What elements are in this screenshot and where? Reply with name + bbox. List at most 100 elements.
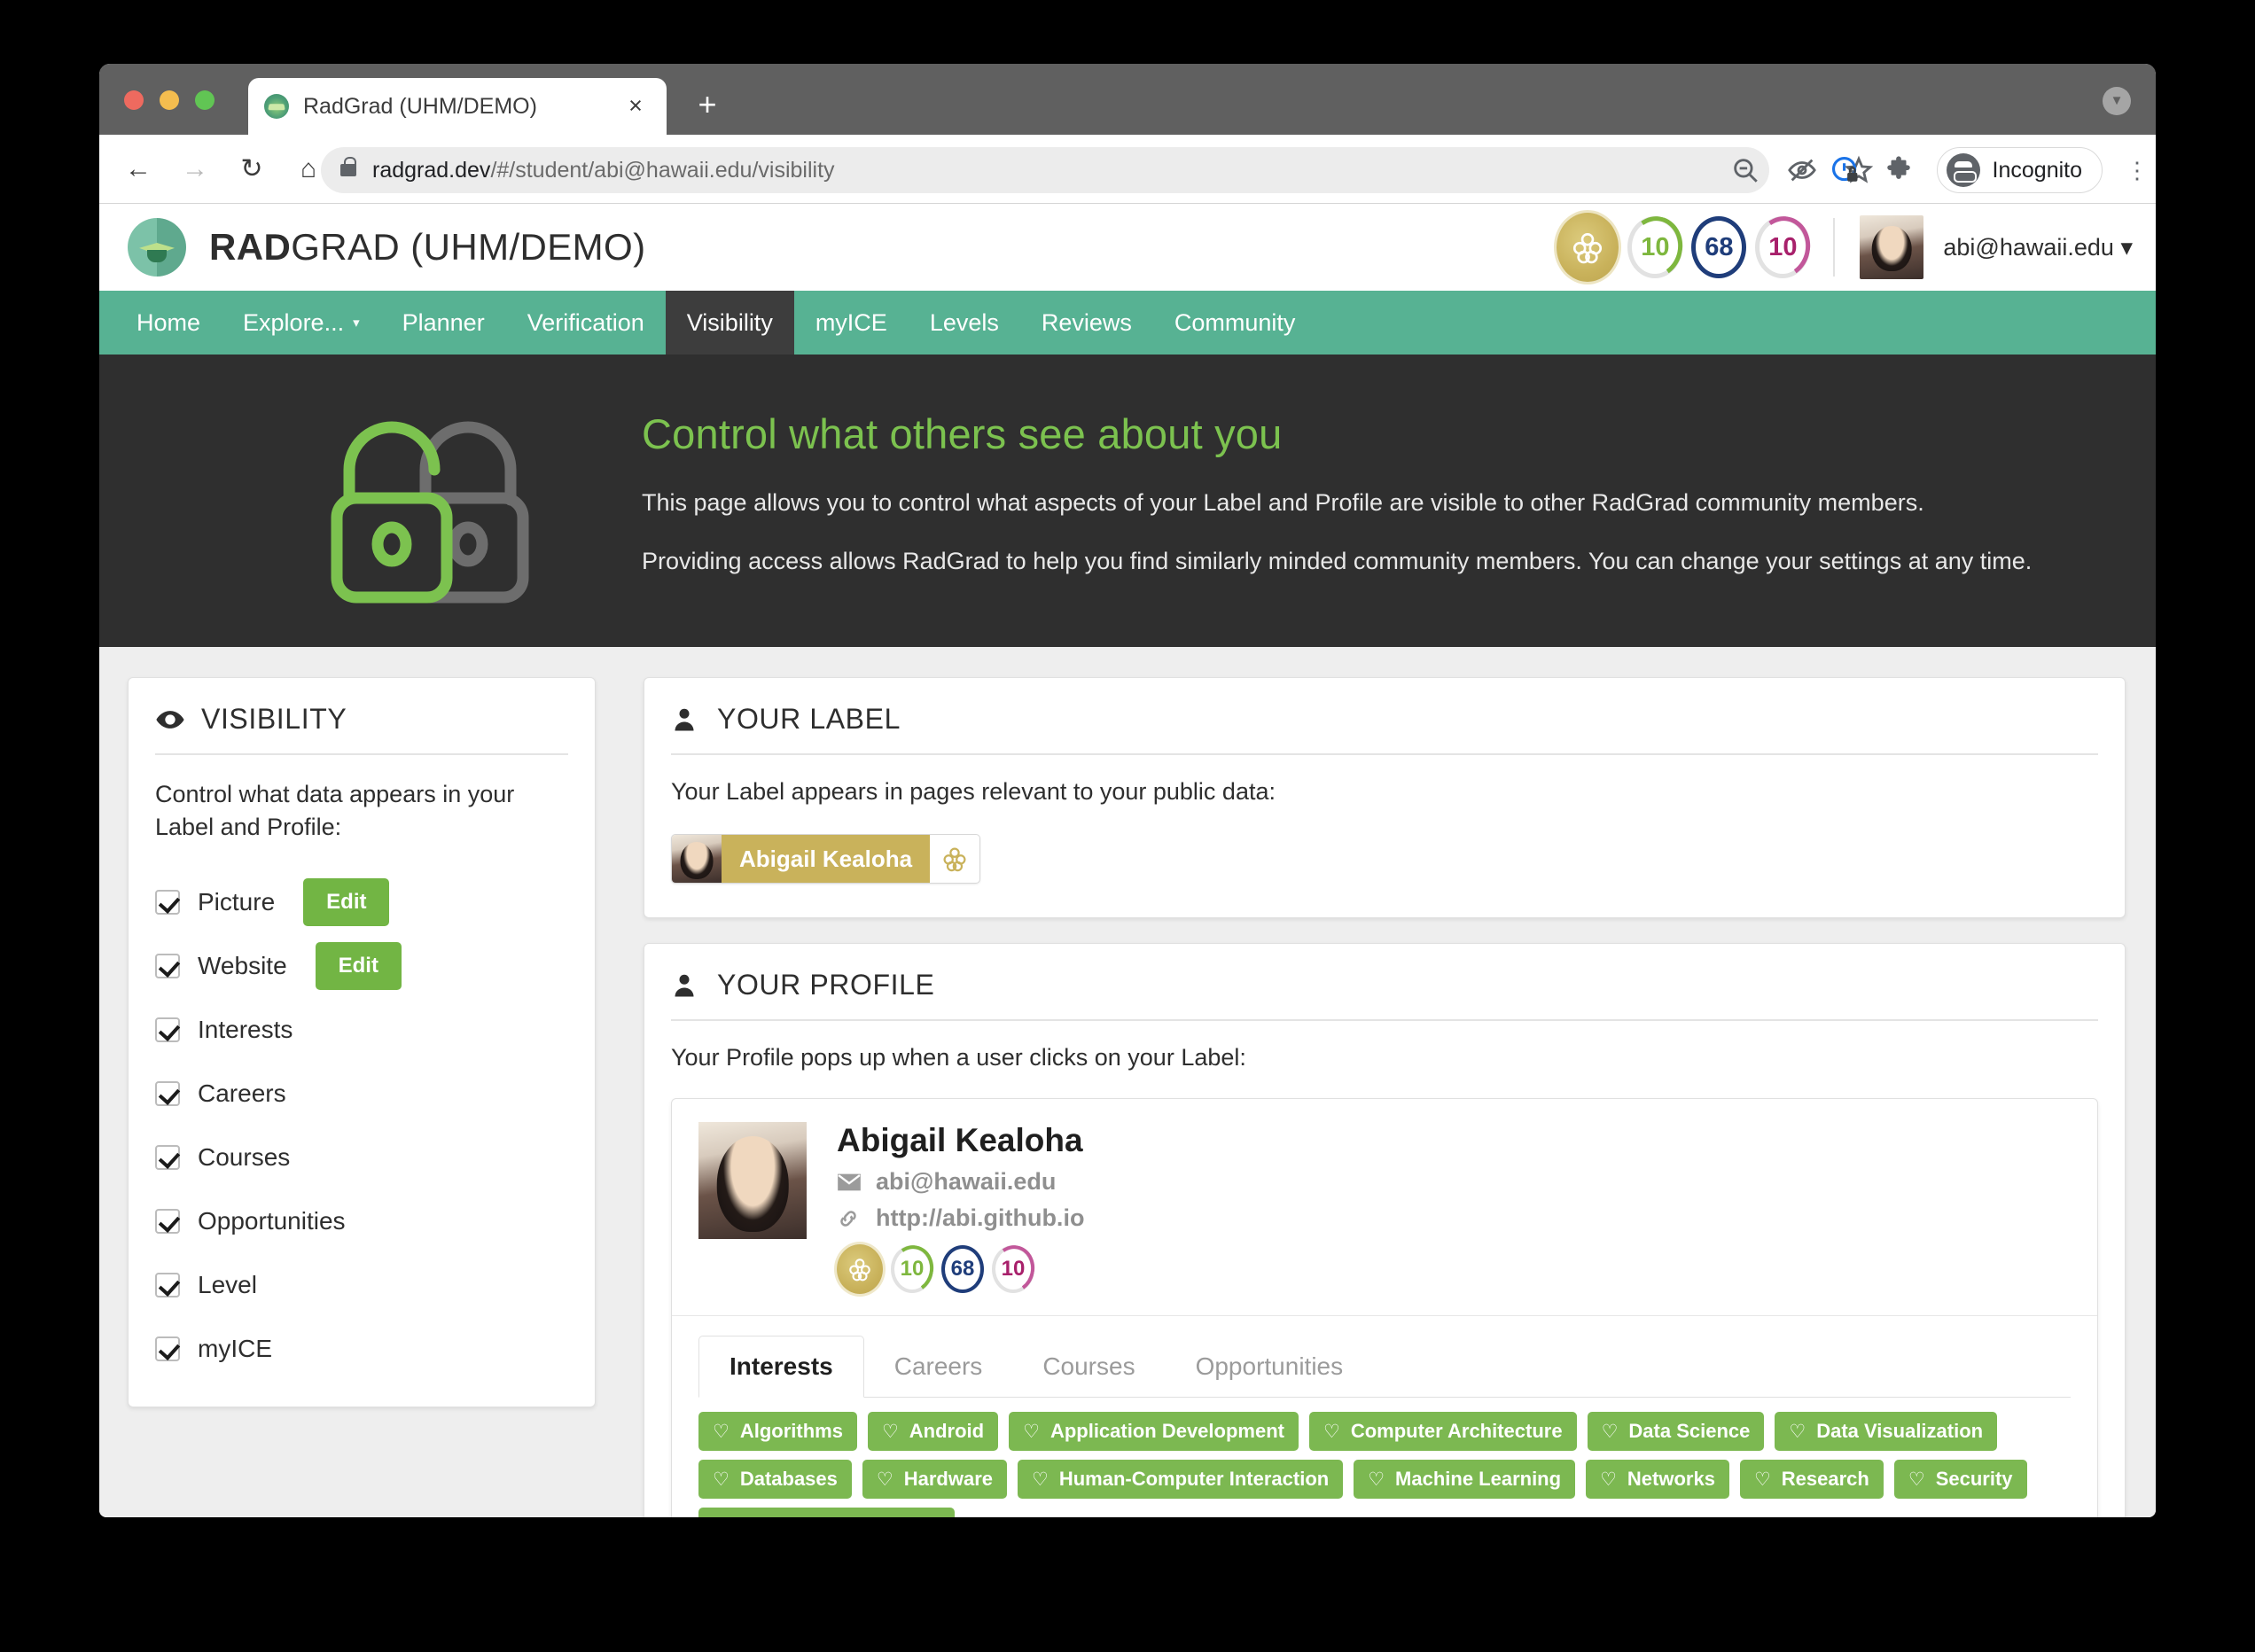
tab-interests[interactable]: Interests [698, 1336, 864, 1398]
interest-tag[interactable]: ♡ Human-Computer Interaction [1018, 1460, 1344, 1499]
user-email-text: abi@hawaii.edu [1943, 233, 2114, 261]
interest-tag[interactable]: ♡ Networks [1586, 1460, 1729, 1499]
back-icon[interactable]: ← [121, 152, 156, 187]
heart-outline-icon: ♡ [1753, 1469, 1771, 1490]
hero-paragraph-2: Providing access allows RadGrad to help … [642, 547, 2033, 574]
visibility-card: VISIBILITY Control what data appears in … [128, 677, 596, 1407]
visibility-option-myice[interactable]: myICE [155, 1321, 568, 1376]
badge-innovation: 10 [1621, 211, 1689, 284]
nav-item-verification[interactable]: Verification [506, 291, 666, 355]
interest-tag[interactable]: ♡ Software Engineering [698, 1508, 955, 1517]
tab-careers[interactable]: Careers [864, 1336, 1013, 1397]
interest-tag[interactable]: ♡ Data Visualization [1775, 1412, 1998, 1451]
nav-item-levels[interactable]: Levels [909, 291, 1020, 355]
option-label: Picture [198, 887, 276, 916]
interest-tag[interactable]: ♡ Data Science [1587, 1412, 1765, 1451]
user-icon [671, 970, 701, 1001]
chip-name-label: Abigail Kealoha [722, 835, 931, 883]
nav-item-explore[interactable]: Explore... ▾ [222, 291, 381, 355]
interest-tag[interactable]: ♡ Android [867, 1412, 999, 1451]
nav-item-reviews[interactable]: Reviews [1020, 291, 1153, 355]
heart-outline-icon: ♡ [1601, 1421, 1619, 1442]
nav-label: Explore... [243, 308, 345, 336]
user-menu[interactable]: abi@hawaii.edu ▾ [1835, 215, 2133, 279]
checkbox-careers[interactable] [155, 1080, 180, 1106]
nav-label: Planner [402, 308, 485, 336]
checkbox-courses[interactable] [155, 1144, 180, 1170]
user-label-chip[interactable]: Abigail Kealoha [671, 834, 981, 884]
forward-icon[interactable]: → [177, 152, 213, 187]
checkbox-picture[interactable] [155, 889, 180, 915]
nav-item-home[interactable]: Home [115, 291, 222, 355]
interest-tag[interactable]: ♡ Machine Learning [1354, 1460, 1576, 1499]
badge-competency: 68 [941, 1245, 984, 1293]
checkbox-level[interactable] [155, 1272, 180, 1297]
privacy-shield-icon[interactable] [1830, 155, 1861, 185]
interest-tag[interactable]: ♡ Databases [698, 1460, 852, 1499]
visibility-option-level[interactable]: Level [155, 1258, 568, 1313]
radgrad-logo-icon[interactable] [128, 218, 186, 277]
interest-tag[interactable]: ♡ Algorithms [698, 1412, 857, 1451]
window-controls[interactable] [124, 90, 215, 110]
heart-outline-icon: ♡ [881, 1421, 899, 1442]
interest-label: Security [1935, 1468, 2013, 1490]
interest-tag[interactable]: ♡ Application Development [1009, 1412, 1299, 1451]
interest-tag[interactable]: ♡ Research [1739, 1460, 1884, 1499]
reload-icon[interactable]: ↻ [234, 152, 269, 187]
edit-website-button[interactable]: Edit [315, 941, 402, 990]
badge-experience: 10 [987, 1241, 1040, 1297]
checkbox-opportunities[interactable] [155, 1208, 180, 1234]
visibility-option-careers[interactable]: Careers [155, 1066, 568, 1121]
interest-tag[interactable]: ♡ Security [1893, 1460, 2027, 1499]
minimize-window-button[interactable] [160, 90, 179, 110]
zoom-out-icon[interactable] [1730, 155, 1760, 185]
radgrad-coin-icon [1557, 213, 1619, 282]
visibility-option-opportunities[interactable]: Opportunities [155, 1194, 568, 1249]
profile-website-row[interactable]: http://abi.github.io [837, 1204, 1084, 1232]
visibility-description: Control what data appears in your Label … [155, 781, 515, 841]
browser-toolbar: ← → ↻ ⌂ radgrad.dev/#/student/abi@hawaii… [99, 135, 2156, 204]
incognito-profile-button[interactable]: Incognito [1936, 147, 2103, 193]
nav-item-visibility[interactable]: Visibility [665, 291, 794, 355]
tab-title: RadGrad (UHM/DEMO) [303, 93, 537, 119]
browser-tab-strip: RadGrad (UHM/DEMO) × + ▼ [99, 64, 2156, 135]
heart-outline-icon: ♡ [713, 1469, 730, 1490]
tab-opportunities[interactable]: Opportunities [1166, 1336, 1374, 1397]
nav-item-community[interactable]: Community [1153, 291, 1317, 355]
visibility-option-picture[interactable]: Picture Edit [155, 875, 568, 930]
close-icon[interactable]: × [620, 91, 651, 121]
heart-outline-icon: ♡ [1789, 1421, 1806, 1442]
edit-picture-button[interactable]: Edit [303, 877, 390, 926]
interest-label: Machine Learning [1395, 1468, 1562, 1490]
checkbox-myice[interactable] [155, 1336, 180, 1361]
new-tab-button[interactable]: + [691, 89, 723, 122]
chevron-down-icon[interactable]: ▼ [2103, 87, 2131, 115]
hero-heading: Control what others see about you [642, 410, 1283, 457]
visibility-option-courses[interactable]: Courses [155, 1130, 568, 1185]
interest-label: Algorithms [739, 1420, 843, 1442]
label-profile-column: YOUR LABEL Your Label appears in pages r… [644, 677, 2126, 1517]
visibility-option-website[interactable]: Website Edit [155, 939, 568, 994]
close-window-button[interactable] [124, 90, 144, 110]
interest-tag[interactable]: ♡ Computer Architecture [1308, 1412, 1577, 1451]
interest-label: Android [909, 1420, 985, 1442]
lock-illustration-icon [321, 401, 569, 604]
nav-item-myice[interactable]: myICE [794, 291, 909, 355]
nav-item-planner[interactable]: Planner [381, 291, 506, 355]
checkbox-website[interactable] [155, 953, 180, 978]
tab-courses[interactable]: Courses [1012, 1336, 1165, 1397]
address-bar[interactable]: radgrad.dev/#/student/abi@hawaii.edu/vis… [321, 147, 1769, 193]
browser-tab[interactable]: RadGrad (UHM/DEMO) × [248, 78, 667, 135]
extensions-puzzle-icon[interactable] [1884, 155, 1914, 185]
badge-experience: 10 [1749, 211, 1816, 284]
option-label: Interests [198, 1015, 293, 1043]
maximize-window-button[interactable] [195, 90, 215, 110]
interest-label: Application Development [1049, 1420, 1284, 1442]
option-label: Level [198, 1270, 257, 1298]
checkbox-interests[interactable] [155, 1017, 180, 1042]
eye-off-icon[interactable] [1787, 155, 1817, 185]
interest-tag[interactable]: ♡ Hardware [862, 1460, 1008, 1499]
nav-label: Visibility [686, 308, 773, 336]
visibility-option-interests[interactable]: Interests [155, 1002, 568, 1057]
browser-menu-icon[interactable]: ⋮ [2126, 159, 2149, 182]
